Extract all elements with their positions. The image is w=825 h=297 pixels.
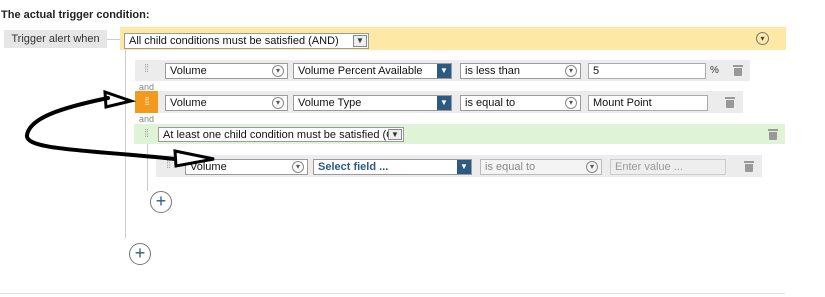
arrow-annotation bbox=[25, 89, 215, 168]
arrowhead-row3-icon bbox=[173, 149, 215, 168]
arrow-stroke bbox=[25, 96, 177, 161]
